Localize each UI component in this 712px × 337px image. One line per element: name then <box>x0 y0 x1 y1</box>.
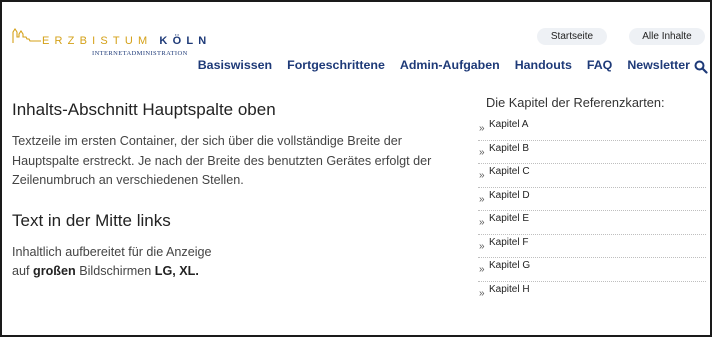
chapter-item-d[interactable]: » Kapitel D <box>478 188 706 211</box>
nav-handouts[interactable]: Handouts <box>515 58 572 72</box>
logo[interactable]: ERZBISTUM KÖLN INTERNETADMINISTRATION <box>12 28 222 64</box>
chapter-item-e[interactable]: » Kapitel E <box>478 211 706 235</box>
section2-bold-large: großen <box>33 264 76 278</box>
chapter-item-a[interactable]: » Kapitel A <box>478 117 706 141</box>
main-column: Inhalts-Abschnitt Hauptspalte oben Textz… <box>12 100 470 282</box>
chevron-right-icon: » <box>479 170 485 181</box>
chevron-right-icon: » <box>479 146 485 158</box>
nav-fortgeschrittene[interactable]: Fortgeschrittene <box>287 58 385 72</box>
section1-text: Textzeile im ersten Container, der sich … <box>12 134 432 187</box>
search-icon[interactable] <box>694 60 708 74</box>
chapter-label: Kapitel H <box>489 283 530 295</box>
sidebar: Die Kapitel der Referenzkarten: » Kapitel… <box>478 95 706 305</box>
chapter-label: Kapitel B <box>489 142 530 154</box>
chevron-right-icon: » <box>479 123 485 134</box>
chapter-item-g[interactable]: » Kapitel G <box>478 258 706 282</box>
section2-line2-prefix: auf <box>12 264 30 278</box>
chevron-right-icon: » <box>479 217 485 228</box>
chapter-label: Kapitel A <box>489 119 529 130</box>
nav-basiswissen[interactable]: Basiswissen <box>198 58 272 72</box>
logo-text-gold: ERZBISTUM <box>42 35 153 47</box>
nav-admin-aufgaben[interactable]: Admin-Aufgaben <box>400 58 500 72</box>
section2-text: Inhaltlich aufbereitet für die Anzeige a… <box>12 243 470 282</box>
chapter-item-b[interactable]: » Kapitel B <box>478 141 706 164</box>
page-frame: ERZBISTUM KÖLN INTERNETADMINISTRATION St… <box>0 0 712 337</box>
logo-text-blue: KÖLN <box>159 35 212 47</box>
all-content-link[interactable]: Alle Inhalte <box>629 28 705 45</box>
logo-subtitle: INTERNETADMINISTRATION <box>92 50 188 57</box>
chapter-list: » Kapitel A » Kapitel B » Kapitel C » Kapite… <box>478 117 706 305</box>
main-nav: Basiswissen Fortgeschrittene Admin-Aufga… <box>198 58 690 72</box>
chapter-label: Kapitel C <box>489 166 530 177</box>
chapter-label: Kapitel D <box>489 189 530 201</box>
chapter-label: Kapitel E <box>489 213 530 224</box>
chevron-right-icon: » <box>479 287 485 299</box>
section2-line1: Inhaltlich aufbereitet für die Anzeige <box>12 244 212 259</box>
section2-bold-sizes: LG, XL. <box>154 264 199 278</box>
section2: Text in der Mitte links Inhaltlich aufbe… <box>12 211 470 282</box>
nav-newsletter[interactable]: Newsletter <box>627 58 690 72</box>
chapter-item-f[interactable]: » Kapitel F <box>478 235 706 258</box>
sidebar-title: Die Kapitel der Referenzkarten: <box>486 95 665 110</box>
chevron-right-icon: » <box>479 240 485 252</box>
section1-title: Inhalts-Abschnitt Hauptspalte oben <box>12 100 276 119</box>
chevron-right-icon: » <box>479 264 485 275</box>
section2-line2-mid: Bildschirmen <box>79 264 152 278</box>
cathedral-logo-icon <box>12 28 41 43</box>
chapter-item-c[interactable]: » Kapitel C <box>478 164 706 188</box>
chapter-item-h[interactable]: » Kapitel H <box>478 282 706 306</box>
nav-faq[interactable]: FAQ <box>587 58 612 72</box>
home-link[interactable]: Startseite <box>537 28 607 45</box>
chapter-label: Kapitel G <box>489 260 531 271</box>
chapter-label: Kapitel F <box>489 236 529 248</box>
section2-title: Text in der Mitte links <box>12 210 171 230</box>
logo-wordmark: ERZBISTUM KÖLN <box>42 35 211 47</box>
chevron-right-icon: » <box>479 193 485 205</box>
